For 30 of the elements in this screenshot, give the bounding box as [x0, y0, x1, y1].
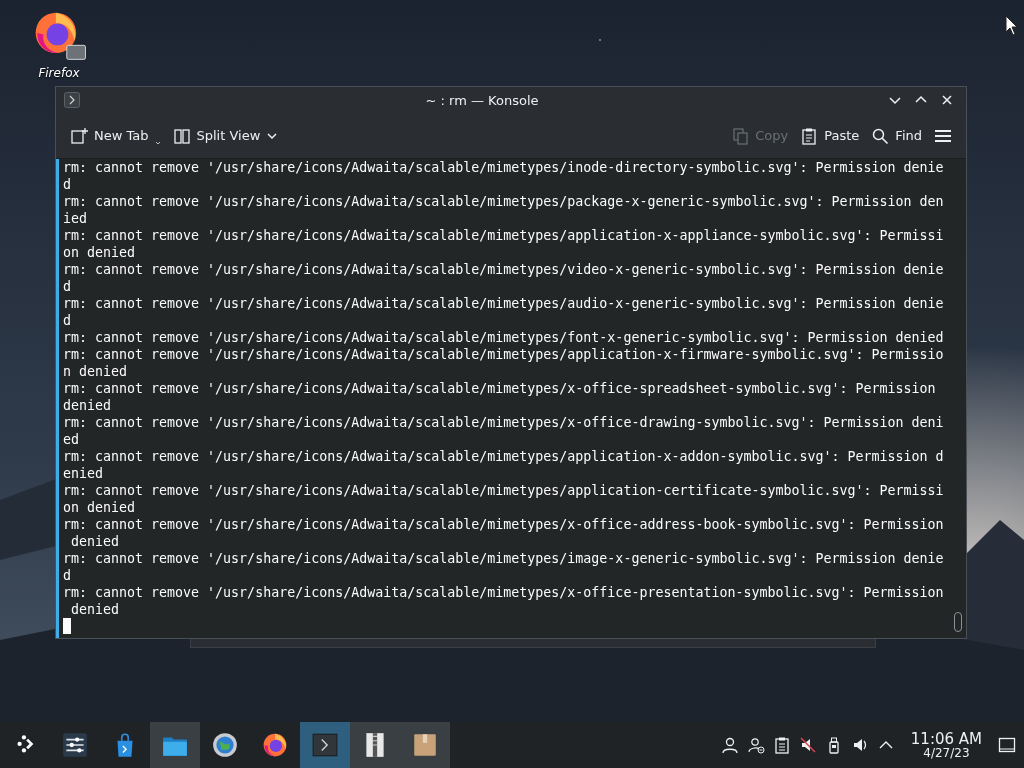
caret-icon: [154, 139, 161, 146]
gear-globe-icon: [211, 731, 239, 759]
clock-time[interactable]: 11:06 AM: [910, 730, 982, 747]
user-icon[interactable]: [720, 736, 739, 754]
new-tab-icon: [70, 126, 88, 145]
find-button[interactable]: Find: [865, 122, 928, 150]
speaker-muted-icon[interactable]: [798, 736, 817, 754]
window-title: ~ : rm — Konsole: [424, 91, 540, 110]
terminal-icon[interactable]: [64, 92, 80, 109]
terminal-line: rm: cannot remove '/usr/share/icons/Adwaita/scalable/mimetypes/x-office-presentation-symbolic.svg': Permission denied: [63, 584, 945, 618]
user-minus-icon[interactable]: [746, 736, 765, 754]
split-view-button[interactable]: Split View: [166, 122, 285, 150]
clipboard-icon: [800, 126, 819, 145]
split-view-icon: [172, 126, 191, 145]
icon-label[interactable]: Firefox: [38, 64, 80, 82]
clock-date[interactable]: 4/27/23: [923, 746, 970, 760]
sliders-icon: [61, 731, 89, 759]
copy-icon: [731, 126, 750, 145]
package-icon: [411, 731, 439, 759]
taskbar-button[interactable]: [350, 722, 400, 768]
paste-button[interactable]: Paste: [794, 122, 866, 150]
clipboard-icon[interactable]: [772, 736, 791, 754]
new-tab-button[interactable]: New Tab: [64, 122, 167, 150]
search-icon: [871, 126, 890, 145]
browser-icon: [261, 731, 289, 759]
mouse-pointer-icon: [1004, 14, 1020, 38]
text-cursor: [63, 618, 71, 634]
terminal-line: rm: cannot remove '/usr/share/icons/Adwaita/scalable/mimetypes/font-x-generic-symbolic.svg': Permission denied: [63, 329, 945, 346]
terminal-icon: [311, 731, 339, 759]
show-desktop-icon[interactable]: [998, 736, 1016, 754]
